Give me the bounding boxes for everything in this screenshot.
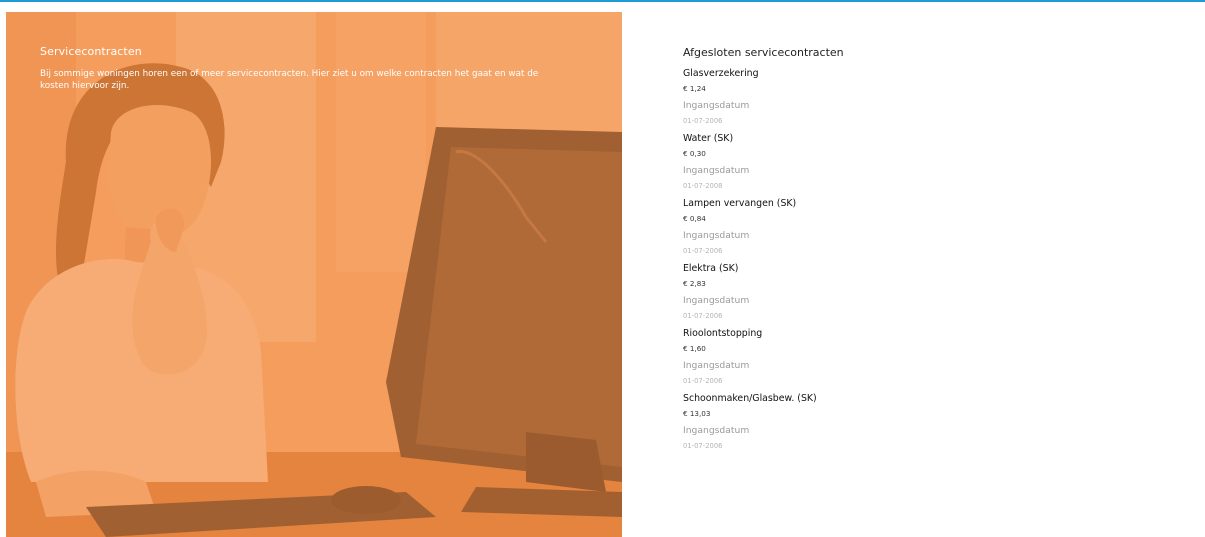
hero-description: Bij sommige woningen horen een of meer s… [40,69,539,91]
contract-name: Water (SK) [683,133,734,144]
contract-item: Schoonmaken/Glasbew. (SK) € 13,03 Ingang… [683,392,1163,457]
start-date-value: 01-07-2006 [683,377,723,385]
hero-text: Servicecontracten Bij sommige woningen h… [40,45,560,92]
contract-item: Lampen vervangen (SK) € 0,84 Ingangsdatu… [683,197,1163,262]
contract-item: Rioolontstopping € 1,60 Ingangsdatum 01-… [683,327,1163,392]
start-date-value: 01-07-2006 [683,247,723,255]
contracts-section: Afgesloten servicecontracten Glasverzeke… [683,46,1163,457]
start-date-value: 01-07-2006 [683,442,723,450]
start-date-value: 01-07-2008 [683,182,723,190]
start-date-value: 01-07-2006 [683,117,723,125]
contract-price: € 2,83 [683,279,706,288]
contract-item: Glasverzekering € 1,24 Ingangsdatum 01-0… [683,67,1163,132]
contracts-title: Afgesloten servicecontracten [683,46,844,59]
contract-price: € 0,30 [683,149,706,158]
contract-price: € 13,03 [683,409,711,418]
contract-name: Schoonmaken/Glasbew. (SK) [683,393,817,404]
contract-name: Glasverzekering [683,68,759,79]
hero-panel: Servicecontracten Bij sommige woningen h… [6,12,622,537]
contract-item: Elektra (SK) € 2,83 Ingangsdatum 01-07-2… [683,262,1163,327]
contract-price: € 1,24 [683,84,706,93]
hero-title: Servicecontracten [40,45,142,58]
start-date-label: Ingangsdatum [683,165,750,176]
start-date-label: Ingangsdatum [683,425,750,436]
start-date-label: Ingangsdatum [683,100,750,111]
start-date-label: Ingangsdatum [683,360,750,371]
contract-price: € 0,84 [683,214,706,223]
start-date-value: 01-07-2006 [683,312,723,320]
start-date-label: Ingangsdatum [683,230,750,241]
contract-name: Rioolontstopping [683,328,763,339]
page-frame: Servicecontracten Bij sommige woningen h… [0,0,1205,537]
start-date-label: Ingangsdatum [683,295,750,306]
contract-name: Elektra (SK) [683,263,739,274]
contract-name: Lampen vervangen (SK) [683,198,797,209]
contract-item: Water (SK) € 0,30 Ingangsdatum 01-07-200… [683,132,1163,197]
contract-price: € 1,60 [683,344,706,353]
